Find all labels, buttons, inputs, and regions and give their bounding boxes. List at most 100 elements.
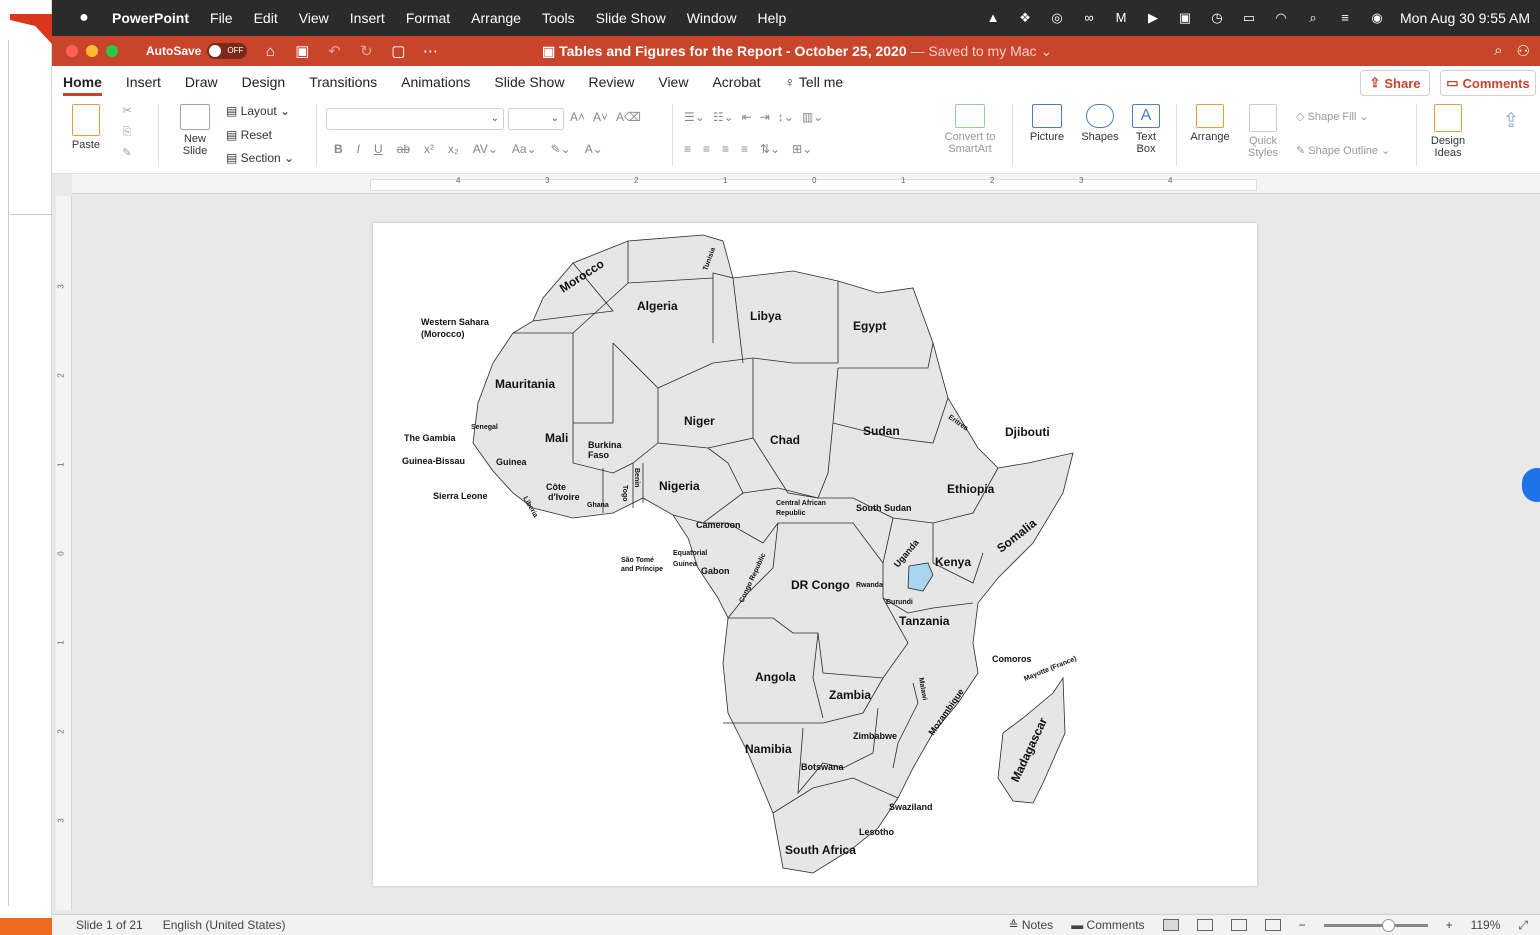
- bold-icon[interactable]: B: [334, 142, 343, 156]
- autosave-toggle[interactable]: OFF: [207, 43, 248, 59]
- search-icon[interactable]: ⌕: [1304, 11, 1322, 25]
- comments-button[interactable]: ▭ Comments: [1440, 70, 1536, 96]
- menu-view[interactable]: View: [299, 10, 329, 26]
- font-family-select[interactable]: ⌄: [326, 108, 504, 130]
- share-document-icon[interactable]: ⇪: [1496, 108, 1526, 133]
- menu-slide-show[interactable]: Slide Show: [596, 10, 666, 26]
- convert-smartart-button[interactable]: Convert to SmartArt: [940, 104, 1000, 155]
- new-document-icon[interactable]: ▢: [389, 42, 407, 60]
- change-case-icon[interactable]: Aa⌄: [512, 142, 537, 156]
- arrange-button[interactable]: Arrange: [1186, 104, 1234, 143]
- columns-icon[interactable]: ▥⌄: [802, 110, 823, 124]
- italic-icon[interactable]: I: [357, 142, 360, 156]
- tab-transitions[interactable]: Transitions: [309, 68, 377, 96]
- text-direction-icon[interactable]: ⇅⌄: [760, 142, 780, 156]
- format-painter-icon[interactable]: ✎: [116, 146, 138, 159]
- menu-help[interactable]: Help: [758, 10, 787, 26]
- quick-styles-button[interactable]: Quick Styles: [1240, 104, 1286, 159]
- paste-button[interactable]: Paste: [66, 104, 106, 151]
- tab-design[interactable]: Design: [242, 68, 286, 96]
- share-button[interactable]: ⇪ Share: [1360, 70, 1430, 96]
- notes-button[interactable]: ≙ Notes: [1008, 918, 1053, 932]
- align-left-icon[interactable]: ≡: [684, 142, 691, 156]
- close-window-button[interactable]: [66, 45, 78, 57]
- highlight-icon[interactable]: ✎⌄: [551, 142, 571, 156]
- zoom-window-button[interactable]: [106, 45, 118, 57]
- slide-show-button[interactable]: [1264, 919, 1281, 931]
- align-right-icon[interactable]: ≡: [722, 142, 729, 156]
- subscript-icon[interactable]: x₂: [448, 142, 459, 156]
- creative-cloud-icon[interactable]: ◎: [1048, 11, 1066, 25]
- battery-icon[interactable]: ▭: [1240, 11, 1258, 25]
- decrease-indent-icon[interactable]: ⇤: [742, 110, 752, 124]
- undo-icon[interactable]: ↶: [325, 42, 343, 60]
- zoom-slider-thumb[interactable]: [1382, 918, 1396, 932]
- tab-insert[interactable]: Insert: [126, 68, 161, 96]
- tab-draw[interactable]: Draw: [185, 68, 218, 96]
- underline-icon[interactable]: U: [374, 142, 383, 156]
- clear-format-icon[interactable]: A⌫: [616, 110, 641, 124]
- menu-format[interactable]: Format: [406, 10, 450, 26]
- zoom-slider[interactable]: [1323, 918, 1428, 932]
- zoom-level[interactable]: 119%: [1471, 918, 1501, 932]
- justify-icon[interactable]: ≡: [741, 142, 748, 156]
- menu-arrange[interactable]: Arrange: [471, 10, 521, 26]
- picture-button[interactable]: Picture: [1024, 104, 1070, 143]
- font-size-select[interactable]: ⌄: [508, 108, 564, 130]
- menu-insert[interactable]: Insert: [350, 10, 385, 26]
- reset-button[interactable]: ▤ Reset: [226, 128, 272, 142]
- menu-app[interactable]: PowerPoint: [112, 10, 189, 26]
- siri-icon[interactable]: ◉: [1368, 11, 1386, 25]
- section-button[interactable]: ▤ Section ⌄: [226, 151, 294, 165]
- time-machine-icon[interactable]: ◷: [1208, 11, 1226, 25]
- save-icon[interactable]: ▣: [293, 42, 311, 60]
- align-center-icon[interactable]: ≡: [703, 142, 710, 156]
- shape-outline-button[interactable]: ✎ Shape Outline ⌄: [1296, 144, 1390, 157]
- glasses-icon[interactable]: ∞: [1080, 11, 1098, 25]
- text-box-button[interactable]: A Text Box: [1128, 104, 1164, 155]
- align-text-icon[interactable]: ⊞⌄: [792, 142, 812, 156]
- bullets-icon[interactable]: ☰⌄: [684, 110, 705, 124]
- redo-icon[interactable]: ↻: [357, 42, 375, 60]
- superscript-icon[interactable]: x²: [424, 142, 434, 156]
- copy-icon[interactable]: ⎘: [116, 126, 138, 139]
- screen-icon[interactable]: ▣: [1176, 11, 1194, 25]
- strikethrough-icon[interactable]: ab: [397, 142, 410, 156]
- saved-status[interactable]: — Saved to my Mac ⌄: [907, 43, 1053, 59]
- normal-view-button[interactable]: [1162, 919, 1179, 931]
- vertical-ruler[interactable]: 3 2 1 0 1 2 3: [56, 196, 72, 910]
- menu-edit[interactable]: Edit: [254, 10, 278, 26]
- home-icon[interactable]: ⌂: [261, 43, 279, 60]
- minimize-window-button[interactable]: [86, 45, 98, 57]
- layout-button[interactable]: ▤ Layout ⌄: [226, 104, 290, 118]
- menubar-clock[interactable]: Mon Aug 30 9:55 AM: [1400, 10, 1530, 26]
- numbering-icon[interactable]: ☷⌄: [713, 110, 734, 124]
- slide-sorter-button[interactable]: [1196, 919, 1213, 931]
- menu-tools[interactable]: Tools: [542, 10, 575, 26]
- africa-map[interactable]: Morocco Algeria Libya Egypt Mauritania M…: [373, 223, 1257, 886]
- tab-view[interactable]: View: [658, 68, 688, 96]
- zoom-in-icon[interactable]: +: [1446, 918, 1453, 932]
- comments-status-button[interactable]: ▬ Comments: [1071, 918, 1144, 932]
- slide[interactable]: Morocco Algeria Libya Egypt Mauritania M…: [373, 223, 1257, 886]
- search-icon[interactable]: ⌕: [1494, 42, 1502, 60]
- shapes-button[interactable]: Shapes: [1078, 104, 1122, 143]
- dropbox-icon[interactable]: ❖: [1016, 11, 1034, 25]
- apple-icon[interactable]: ●: [74, 9, 94, 27]
- horizontal-ruler[interactable]: 4 3 2 1 0 1 2 3 4: [72, 174, 1540, 194]
- control-center-icon[interactable]: ≡: [1336, 11, 1354, 25]
- wifi-icon[interactable]: ◠: [1272, 11, 1290, 25]
- fit-slide-icon[interactable]: ⤢: [1518, 918, 1528, 933]
- m-icon[interactable]: M: [1112, 11, 1130, 25]
- tab-animations[interactable]: Animations: [401, 68, 470, 96]
- zoom-out-icon[interactable]: −: [1299, 918, 1306, 932]
- tab-review[interactable]: Review: [588, 68, 634, 96]
- increase-indent-icon[interactable]: ⇥: [760, 110, 770, 124]
- shape-fill-button[interactable]: ◇ Shape Fill ⌄: [1296, 110, 1369, 123]
- line-spacing-icon[interactable]: ↕⌄: [778, 110, 794, 124]
- play-icon[interactable]: ▶: [1144, 11, 1162, 25]
- decrease-font-icon[interactable]: A˅: [593, 110, 608, 124]
- share-person-icon[interactable]: ⚇: [1517, 42, 1530, 60]
- more-icon[interactable]: ⋯: [421, 42, 439, 60]
- char-spacing-icon[interactable]: AV⌄: [473, 142, 498, 156]
